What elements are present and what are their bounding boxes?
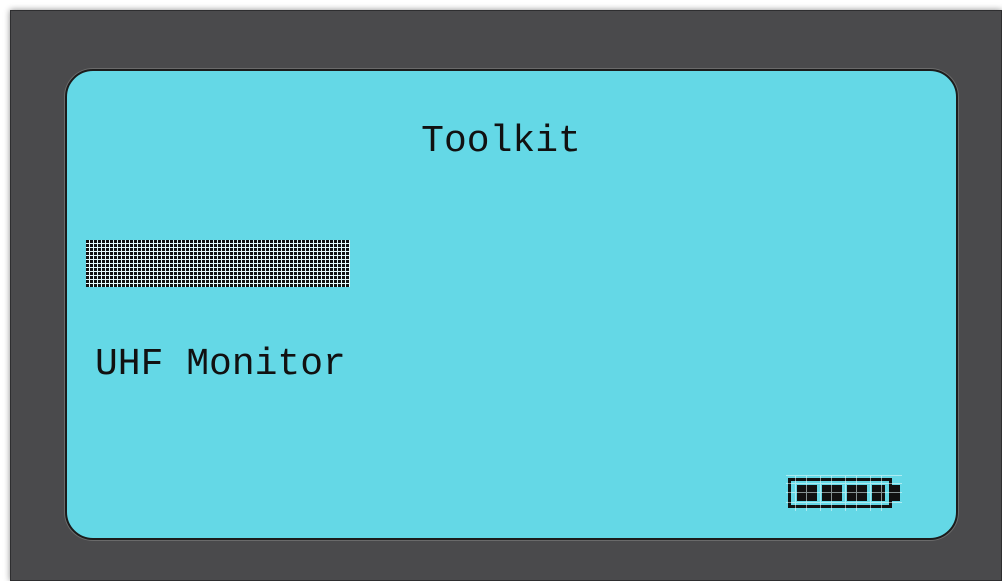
selected-menu-item-highlight[interactable] — [86, 240, 350, 287]
screen-title: Toolkit — [421, 120, 581, 163]
battery-icon — [786, 475, 902, 511]
menu-item-uhf-monitor[interactable]: UHF Monitor — [95, 343, 346, 387]
